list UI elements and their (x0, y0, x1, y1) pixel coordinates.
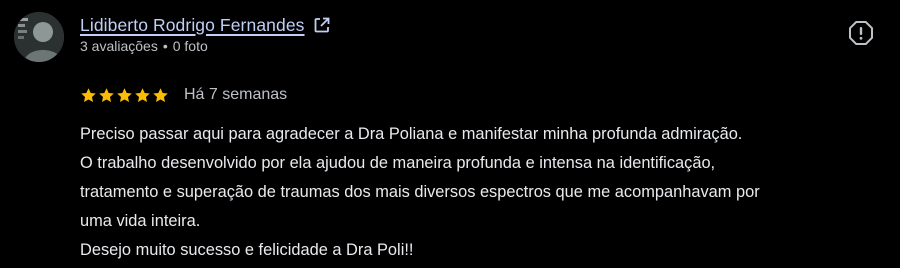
reviews-count: 3 avaliações (80, 38, 158, 54)
review-text-line: tratamento e superação de traumas dos ma… (80, 183, 760, 201)
photos-count: 0 foto (172, 38, 208, 54)
report-icon[interactable] (848, 20, 874, 46)
star-icon (116, 87, 133, 104)
author-row: Lidiberto Rodrigo Fernandes (80, 12, 331, 38)
open-in-new-icon[interactable] (313, 16, 331, 34)
star-icon (152, 87, 169, 104)
review-text-line: uma vida inteira. (80, 212, 201, 230)
review-date: Há 7 semanas (184, 86, 288, 103)
meta-separator: • (162, 38, 168, 54)
avatar[interactable] (14, 12, 64, 62)
star-icon (80, 87, 97, 104)
star-icon (98, 87, 115, 104)
author-name-link[interactable]: Lidiberto Rodrigo Fernandes (80, 15, 305, 36)
review-text-line: Preciso passar aqui para agradecer a Dra… (80, 125, 743, 143)
star-icon (134, 87, 151, 104)
rating-row: Há 7 semanas (80, 83, 287, 107)
review-text: Preciso passar aqui para agradecer a Dra… (80, 120, 880, 265)
review-card: Lidiberto Rodrigo Fernandes 3 avaliações… (0, 0, 900, 268)
review-text-line: Desejo muito sucesso e felicidade a Dra … (80, 241, 414, 259)
review-text-line: O trabalho desenvolvido por ela ajudou d… (80, 154, 716, 172)
author-meta: 3 avaliações • 0 foto (80, 38, 208, 54)
star-rating (80, 87, 169, 104)
